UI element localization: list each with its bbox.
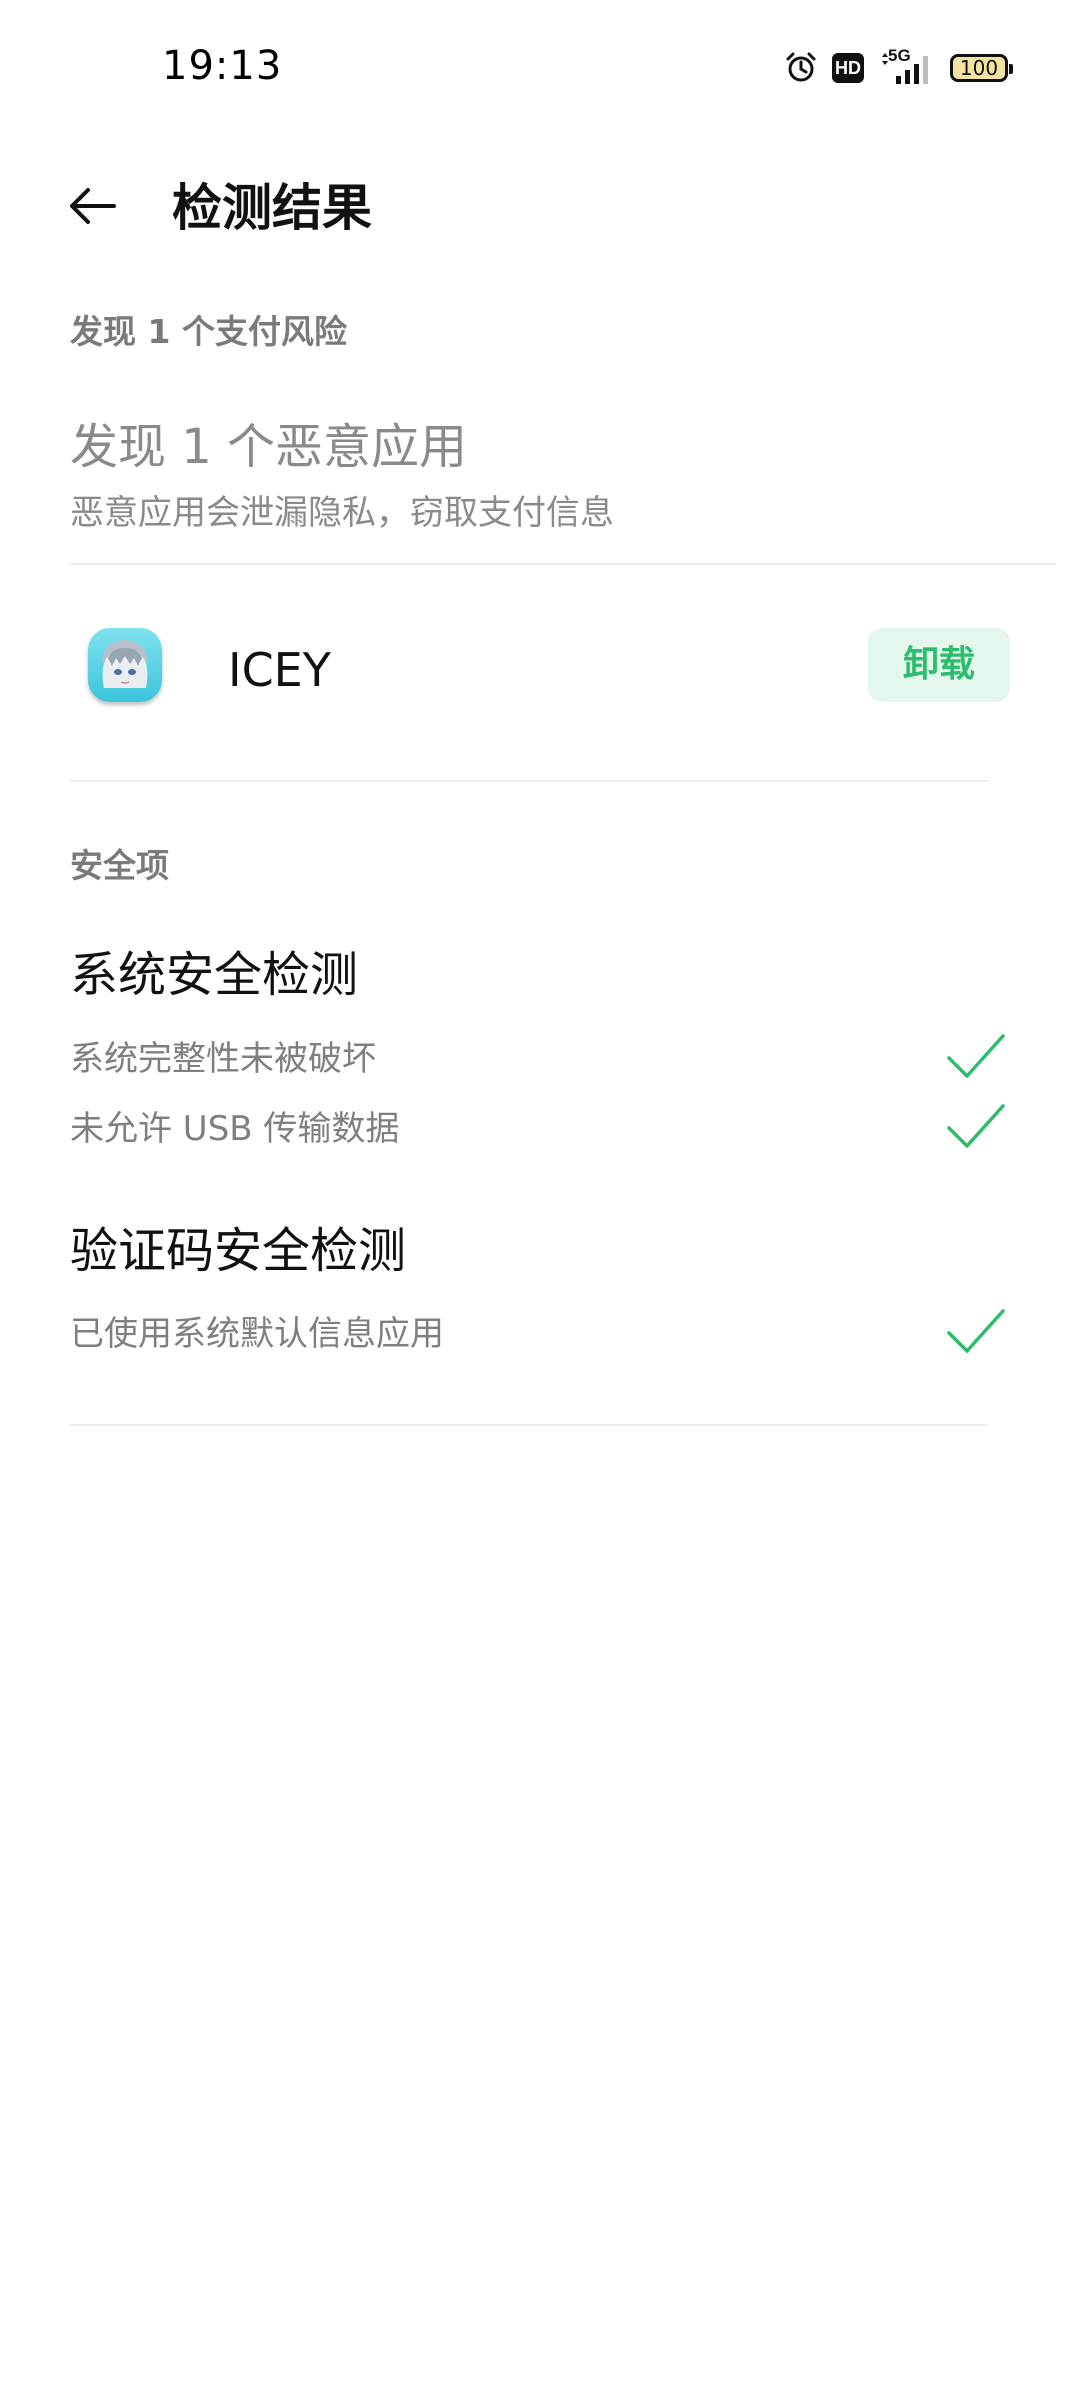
check-item-label: 系统完整性未被破坏 xyxy=(70,1039,376,1079)
divider xyxy=(70,1424,988,1426)
status-bar: 19:13 HD 5G 100 xyxy=(0,0,1080,132)
alarm-icon xyxy=(784,51,818,85)
malicious-app-title: 发现 1 个恶意应用 xyxy=(70,419,468,475)
status-icons: HD 5G 100 xyxy=(784,44,1013,92)
malicious-app-description: 恶意应用会泄漏隐私，窃取支付信息 xyxy=(70,493,614,533)
page-title: 检测结果 xyxy=(172,179,372,237)
malicious-app-row: ICEY 卸载 xyxy=(70,606,1010,736)
payment-risk-label: 发现 1 个支付风险 xyxy=(70,312,347,351)
security-items-label: 安全项 xyxy=(70,846,169,885)
hd-icon: HD xyxy=(832,53,864,83)
battery-icon: 100 xyxy=(950,54,1013,82)
app-header: 检测结果 xyxy=(0,150,1080,266)
divider xyxy=(70,780,988,782)
5g-signal-icon: 5G xyxy=(878,46,936,88)
app-name: ICEY xyxy=(228,643,331,697)
check-item-label: 已使用系统默认信息应用 xyxy=(70,1314,444,1354)
check-item-label: 未允许 USB 传输数据 xyxy=(70,1109,400,1149)
checkmark-icon xyxy=(945,1305,1005,1357)
system-security-title: 系统安全检测 xyxy=(70,947,359,1003)
back-button[interactable] xyxy=(56,172,128,244)
verification-security-title: 验证码安全检测 xyxy=(70,1223,407,1279)
divider xyxy=(70,563,1056,565)
check-item: 未允许 USB 传输数据 xyxy=(70,1100,1005,1160)
checkmark-icon xyxy=(945,1030,1005,1082)
app-icon xyxy=(88,628,162,702)
check-item: 已使用系统默认信息应用 xyxy=(70,1305,1005,1365)
checkmark-icon xyxy=(945,1100,1005,1152)
status-time: 19:13 xyxy=(162,43,283,89)
arrow-left-icon xyxy=(66,186,118,230)
check-item: 系统完整性未被破坏 xyxy=(70,1030,1005,1090)
uninstall-button[interactable]: 卸载 xyxy=(868,628,1010,702)
